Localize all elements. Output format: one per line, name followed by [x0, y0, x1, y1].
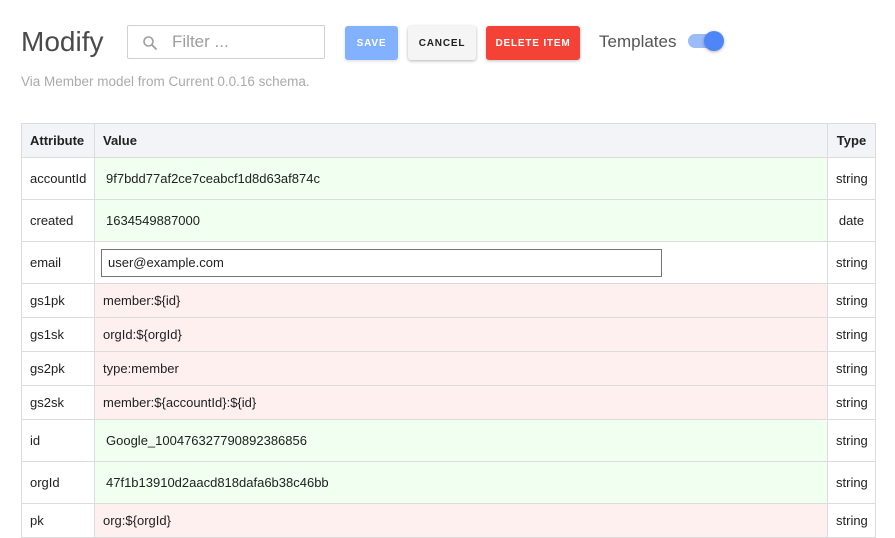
- cell-type: string: [827, 419, 876, 462]
- cell-attribute: gs2pk: [21, 351, 95, 386]
- filter-field[interactable]: [127, 25, 325, 59]
- table-row: email string: [21, 241, 876, 284]
- cancel-button[interactable]: CANCEL: [408, 26, 476, 60]
- attribute-table: Attribute Value Type accountId 9f7bdd77af…: [21, 123, 876, 538]
- cell-value[interactable]: member:${id}: [94, 283, 828, 318]
- cell-type: date: [827, 199, 876, 242]
- table-row: gs2pk type:member string: [21, 351, 876, 386]
- cell-type: string: [827, 461, 876, 504]
- cell-attribute: gs1sk: [21, 317, 95, 352]
- cell-attribute: id: [21, 419, 95, 462]
- table-row: orgId 47f1b13910d2aacd818dafa6b38c46bb str…: [21, 461, 876, 504]
- cell-value: [94, 241, 828, 284]
- cell-type: string: [827, 157, 876, 200]
- cell-attribute: email: [21, 241, 95, 284]
- table-row: accountId 9f7bdd77af2ce7ceabcf1d8d63af874…: [21, 157, 876, 200]
- column-header-value: Value: [94, 123, 828, 158]
- templates-toggle[interactable]: [688, 31, 724, 51]
- cell-type: string: [827, 241, 876, 284]
- templates-label: Templates: [599, 32, 677, 51]
- cell-type: string: [827, 317, 876, 352]
- table-row: pk org:${orgId} string: [21, 503, 876, 538]
- column-header-type: Type: [827, 123, 876, 158]
- table-row: gs2sk member:${accountId}:${id} string: [21, 385, 876, 420]
- schema-subtitle: Via Member model from Current 0.0.16 sch…: [21, 74, 310, 89]
- cell-attribute: accountId: [21, 157, 95, 200]
- cell-type: string: [827, 385, 876, 420]
- toggle-knob: [704, 31, 724, 51]
- cell-attribute: orgId: [21, 461, 95, 504]
- table-row: gs1pk member:${id} string: [21, 283, 876, 318]
- cell-value[interactable]: org:${orgId}: [94, 503, 828, 538]
- save-button[interactable]: SAVE: [345, 26, 398, 60]
- cell-attribute: pk: [21, 503, 95, 538]
- value-input-email[interactable]: [101, 248, 662, 277]
- cell-attribute: gs1pk: [21, 283, 95, 318]
- search-icon: [143, 36, 157, 50]
- table-row: gs1sk orgId:${orgId} string: [21, 317, 876, 352]
- filter-input[interactable]: [172, 30, 312, 54]
- cell-value[interactable]: 9f7bdd77af2ce7ceabcf1d8d63af874c: [94, 157, 828, 200]
- cell-attribute: gs2sk: [21, 385, 95, 420]
- cell-value[interactable]: 47f1b13910d2aacd818dafa6b38c46bb: [94, 461, 828, 504]
- column-header-attribute: Attribute: [21, 123, 95, 158]
- table-row: id Google_100476327790892386856 string: [21, 419, 876, 462]
- cell-value[interactable]: 1634549887000: [94, 199, 828, 242]
- cell-value[interactable]: Google_100476327790892386856: [94, 419, 828, 462]
- table-row: created 1634549887000 date: [21, 199, 876, 242]
- cell-value[interactable]: orgId:${orgId}: [94, 317, 828, 352]
- delete-item-button[interactable]: DELETE ITEM: [486, 26, 580, 60]
- cell-type: string: [827, 351, 876, 386]
- cell-type: string: [827, 503, 876, 538]
- cell-value[interactable]: type:member: [94, 351, 828, 386]
- page-title: Modify: [21, 26, 104, 57]
- cell-value[interactable]: member:${accountId}:${id}: [94, 385, 828, 420]
- cell-attribute: created: [21, 199, 95, 242]
- cell-type: string: [827, 283, 876, 318]
